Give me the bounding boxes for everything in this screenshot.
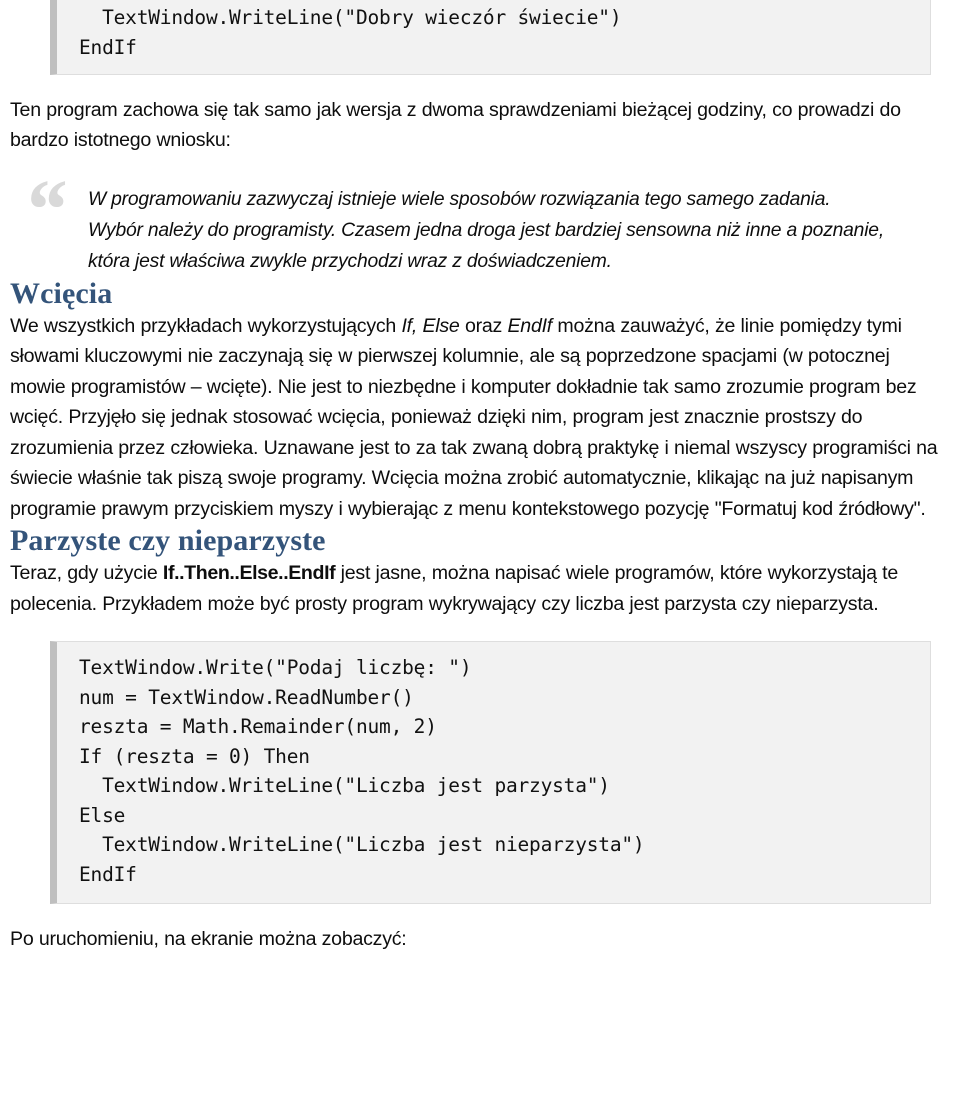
heading-parzyste-czy-nieparzyste: Parzyste czy nieparzyste <box>10 524 326 557</box>
heading-wciecia: Wcięcia <box>10 276 113 310</box>
blockquote-text: W programowaniu zazwyczaj istnieje wiele… <box>88 188 884 272</box>
tail-paragraph: Po uruchomieniu, na ekranie można zobacz… <box>10 927 407 950</box>
document-page: TextWindow.WriteLine("Dobry wieczór świe… <box>0 0 960 1115</box>
intro-paragraph: Ten program zachowa się tak samo jak wer… <box>10 98 901 152</box>
paragraph-parzyste: Teraz, gdy użycie If..Then..Else..EndIf … <box>10 558 946 619</box>
code-block-top: TextWindow.WriteLine("Dobry wieczór świe… <box>50 0 931 75</box>
emphasis-endif: EndIf <box>507 314 552 337</box>
paragraph-wciecia: We wszystkich przykładach wykorzystujący… <box>10 311 946 525</box>
code-block-bottom: TextWindow.Write("Podaj liczbę: ") num =… <box>50 641 931 904</box>
blockquote: “ W programowaniu zazwyczaj istnieje wie… <box>10 166 946 277</box>
paragraph-wciecia-part-2: oraz <box>459 314 508 337</box>
paragraph-wciecia-part-1: We wszystkich przykładach wykorzystujący… <box>10 314 402 337</box>
emphasis-if-else: If, Else <box>401 314 460 337</box>
bold-if-then-else-endif: If..Then..Else..EndIf <box>162 562 336 584</box>
paragraph-wciecia-part-3: można zauważyć, że linie pomiędzy tymi s… <box>10 314 938 520</box>
paragraph-parzyste-part-1: Teraz, gdy użycie <box>10 562 163 584</box>
quote-mark-icon: “ <box>23 160 66 257</box>
